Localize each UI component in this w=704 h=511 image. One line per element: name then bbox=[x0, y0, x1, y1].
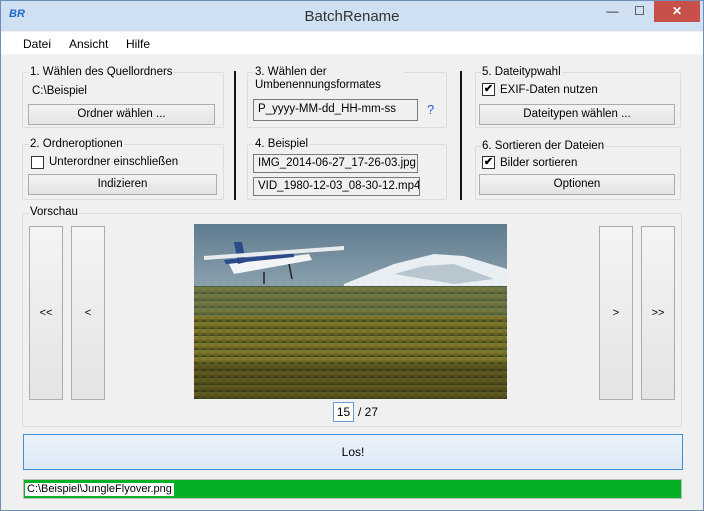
minimize-button[interactable]: — bbox=[599, 1, 626, 22]
first-image-button[interactable]: << bbox=[29, 226, 63, 400]
folder-options-label: 2. Ordneroptionen bbox=[29, 138, 124, 150]
page-total: / 27 bbox=[358, 405, 379, 419]
maximize-button[interactable]: ☐ bbox=[626, 1, 653, 22]
next-image-button[interactable]: > bbox=[599, 226, 633, 400]
source-path: C:\Beispiel bbox=[32, 85, 87, 97]
example-label: 4. Beispiel bbox=[254, 138, 310, 150]
page-number-input[interactable]: 15 bbox=[333, 402, 354, 422]
include-subfolders-label: Unterordner einschließen bbox=[49, 156, 179, 168]
column-divider-left bbox=[234, 71, 236, 200]
window-title: BatchRename bbox=[304, 8, 400, 25]
last-image-button[interactable]: >> bbox=[641, 226, 675, 400]
sort-images-label: Bilder sortieren bbox=[500, 157, 578, 169]
choose-filetypes-button[interactable]: Dateitypen wählen ... bbox=[479, 104, 675, 125]
status-path: C:\Beispiel\JungleFlyover.png bbox=[25, 483, 174, 496]
example-video-name: VID_1980-12-03_08-30-12.mp4 bbox=[253, 177, 420, 196]
source-folder-label: 1. Wählen des Quellordners bbox=[29, 66, 174, 78]
filetype-label: 5. Dateitypwahl bbox=[481, 66, 562, 78]
rename-format-input[interactable]: P_yyyy-MM-dd_HH-mm-ss bbox=[253, 99, 418, 121]
menu-bar: Datei Ansicht Hilfe bbox=[1, 32, 703, 54]
exif-checkbox[interactable]: ✔ bbox=[482, 83, 495, 96]
start-button[interactable]: Los! bbox=[23, 434, 683, 470]
title-bar: BR BatchRename — ☐ ✕ bbox=[1, 1, 703, 31]
include-subfolders-checkbox[interactable] bbox=[31, 156, 44, 169]
rename-format-label: 3. Wählen der Umbenennungsformates bbox=[254, 66, 404, 92]
sort-options-button[interactable]: Optionen bbox=[479, 174, 675, 195]
sort-label: 6. Sortieren der Dateien bbox=[481, 140, 606, 152]
exif-label: EXIF-Daten nutzen bbox=[500, 84, 598, 96]
menu-datei[interactable]: Datei bbox=[23, 37, 51, 51]
preview-label: Vorschau bbox=[29, 206, 79, 218]
close-button[interactable]: ✕ bbox=[654, 1, 700, 22]
column-divider-right bbox=[460, 71, 462, 200]
help-link[interactable]: ? bbox=[427, 102, 434, 117]
status-bar: C:\Beispiel\JungleFlyover.png bbox=[23, 479, 682, 499]
preview-image bbox=[194, 224, 507, 399]
example-image-name: IMG_2014-06-27_17-26-03.jpg bbox=[253, 154, 418, 173]
app-window: BR BatchRename — ☐ ✕ Datei Ansicht Hilfe… bbox=[0, 0, 704, 511]
menu-ansicht[interactable]: Ansicht bbox=[69, 37, 108, 51]
previous-image-button[interactable]: < bbox=[71, 226, 105, 400]
menu-hilfe[interactable]: Hilfe bbox=[126, 37, 150, 51]
choose-folder-button[interactable]: Ordner wählen ... bbox=[28, 104, 215, 125]
sort-images-checkbox[interactable]: ✔ bbox=[482, 156, 495, 169]
index-button[interactable]: Indizieren bbox=[28, 174, 217, 195]
